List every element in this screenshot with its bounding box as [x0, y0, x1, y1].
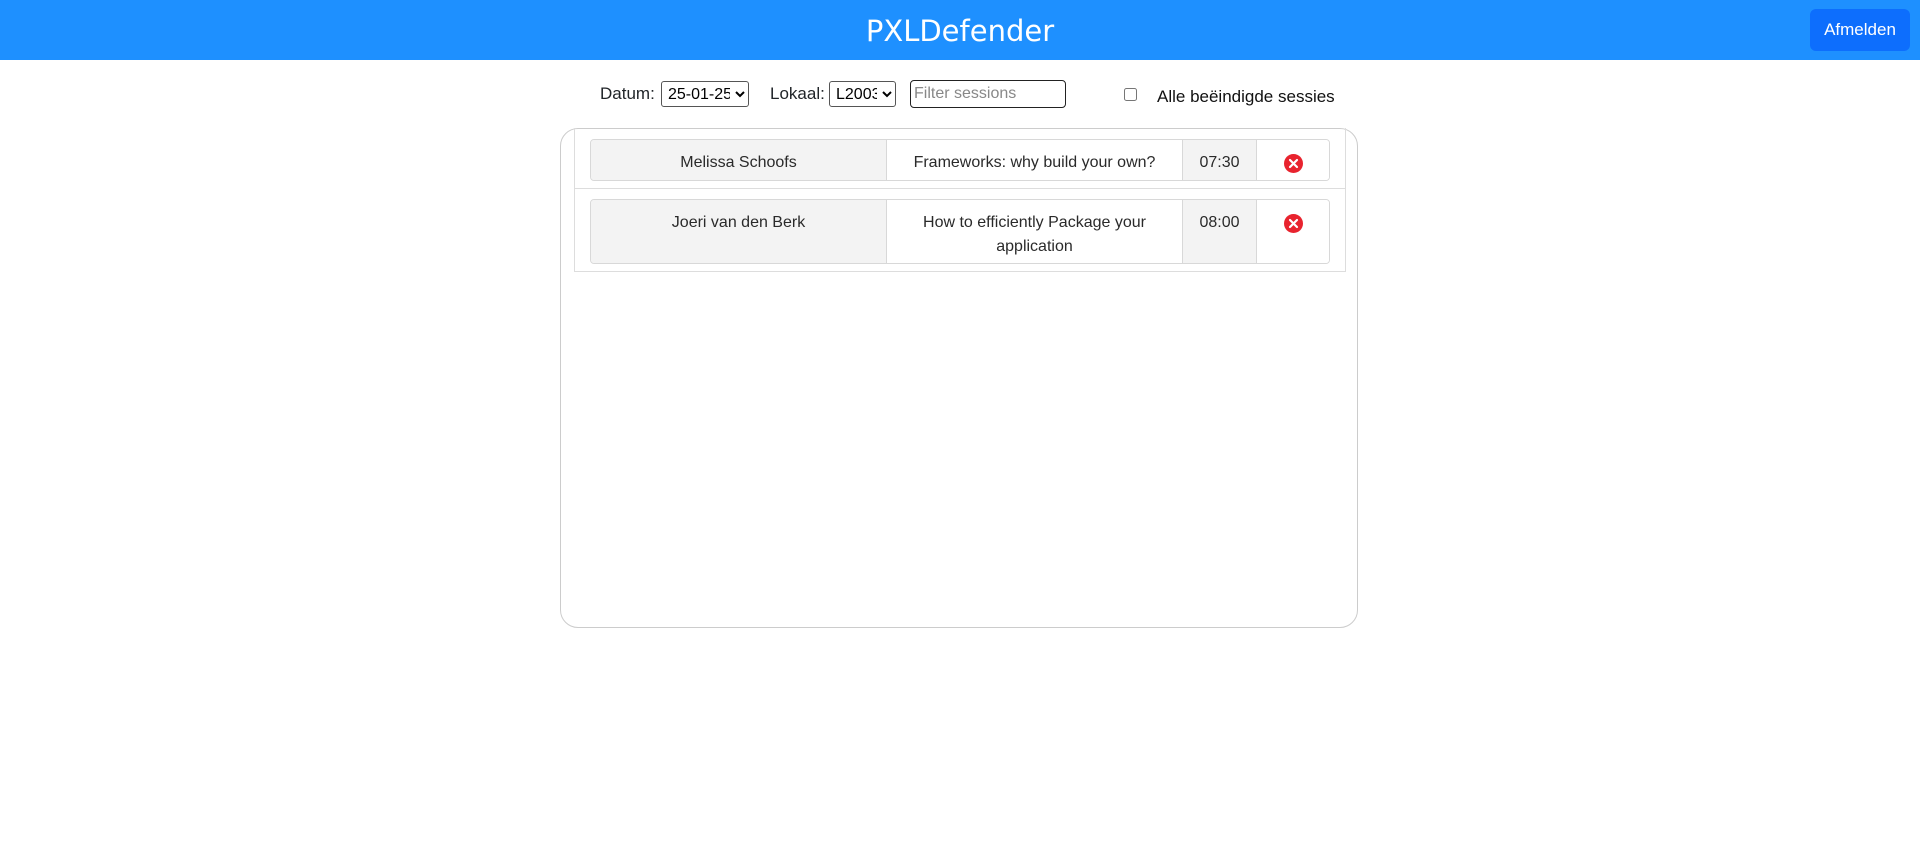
session-speaker: Joeri van den Berk	[591, 200, 887, 263]
delete-x-icon[interactable]	[1283, 154, 1303, 173]
session-filter-input[interactable]	[910, 80, 1066, 108]
session-time: 08:00	[1183, 200, 1257, 263]
room-label: Lokaal:	[770, 84, 825, 103]
ended-sessions-label: Alle beëindigde sessies	[1157, 87, 1335, 106]
row-divider	[574, 188, 1346, 189]
session-row: Joeri van den Berk How to efficiently Pa…	[590, 199, 1330, 264]
ended-sessions-checkbox[interactable]	[1124, 88, 1137, 101]
session-speaker: Melissa Schoofs	[591, 140, 887, 180]
date-select[interactable]: 25-01-25	[661, 81, 749, 107]
logout-button[interactable]: Afmelden	[1810, 9, 1910, 51]
filter-bar: Datum: 25-01-25 Lokaal: L2003 Alle beëin…	[0, 80, 1920, 110]
app-title: PXLDefender	[865, 14, 1055, 48]
room-select[interactable]: L2003	[829, 81, 896, 107]
session-title: How to efficiently Package your applicat…	[887, 200, 1183, 263]
session-title: Frameworks: why build your own?	[887, 140, 1183, 180]
delete-x-icon[interactable]	[1283, 214, 1303, 233]
date-label: Datum:	[600, 84, 655, 103]
session-row: Melissa Schoofs Frameworks: why build yo…	[590, 139, 1330, 181]
top-bar: PXLDefender Afmelden	[0, 0, 1920, 60]
session-time: 07:30	[1183, 140, 1257, 180]
session-action	[1257, 200, 1329, 263]
session-action	[1257, 140, 1329, 180]
